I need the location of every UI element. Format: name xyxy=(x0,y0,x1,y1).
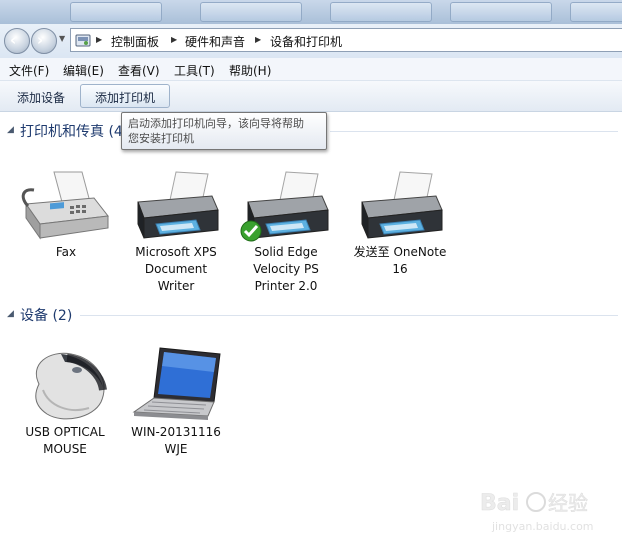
forward-arrow-icon: › xyxy=(37,31,44,49)
breadcrumb-control-panel[interactable]: 控制面板 xyxy=(111,33,159,50)
group-divider xyxy=(330,131,618,132)
device-label: Microsoft XPS Document Writer xyxy=(135,245,217,293)
device-usb-mouse[interactable]: USB OPTICAL MOUSE xyxy=(15,344,115,458)
forward-button[interactable]: › xyxy=(31,28,57,54)
device-label: Solid Edge Velocity PS Printer 2.0 xyxy=(253,245,319,293)
taskbar-tab[interactable] xyxy=(570,2,622,22)
svg-text:经验: 经验 xyxy=(548,491,588,515)
recent-pages-dropdown[interactable]: ▼ xyxy=(59,34,65,43)
breadcrumb-hardware-sound[interactable]: 硬件和声音 xyxy=(185,33,245,50)
group-divider xyxy=(80,315,618,316)
mouse-icon xyxy=(35,352,107,420)
taskbar-tab[interactable] xyxy=(450,2,552,22)
add-printer-tooltip: 启动添加打印机向导，该向导将帮助 您安装打印机 xyxy=(121,112,327,150)
taskbar-tab[interactable] xyxy=(200,2,302,22)
control-panel-icon xyxy=(75,34,91,47)
device-computer[interactable]: WIN-20131116 WJE xyxy=(126,344,226,458)
device-label: Fax xyxy=(55,245,77,259)
taskbar-tab[interactable] xyxy=(70,2,162,22)
device-microsoft-xps[interactable]: Microsoft XPS Document Writer xyxy=(126,168,226,295)
printer-icon xyxy=(137,171,219,239)
menu-edit[interactable]: 编辑(E) xyxy=(63,62,104,79)
device-solid-edge-printer[interactable]: Solid Edge Velocity PS Printer 2.0 xyxy=(236,168,336,295)
breadcrumb-separator-icon[interactable]: ▶ xyxy=(255,35,261,44)
fax-icon xyxy=(21,171,109,240)
back-button[interactable]: ‹ xyxy=(4,28,30,54)
group-header-devices[interactable]: 设备 (2) xyxy=(20,305,72,325)
breadcrumb-devices-printers[interactable]: 设备和打印机 xyxy=(270,33,342,50)
menu-file[interactable]: 文件(F) xyxy=(9,62,49,79)
menu-bar: 文件(F) 编辑(E) 查看(V) 工具(T) 帮助(H) xyxy=(0,58,622,81)
laptop-icon xyxy=(132,347,221,420)
device-fax[interactable]: Fax xyxy=(16,168,116,261)
add-printer-button[interactable]: 添加打印机 xyxy=(80,84,170,108)
svg-text:jingyan.baidu.com: jingyan.baidu.com xyxy=(491,520,594,533)
taskbar-tab[interactable] xyxy=(330,2,432,22)
default-check-icon xyxy=(240,220,262,242)
address-bar[interactable]: ▶ 控制面板 ▶ 硬件和声音 ▶ 设备和打印机 xyxy=(70,28,622,52)
device-label: WIN-20131116 WJE xyxy=(131,425,221,456)
device-label: USB OPTICAL MOUSE xyxy=(25,425,105,456)
add-printer-label: 添加打印机 xyxy=(95,91,156,105)
collapse-arrow-icon[interactable]: ◢ xyxy=(7,309,14,319)
menu-help[interactable]: 帮助(H) xyxy=(229,62,271,79)
device-onenote-printer[interactable]: 发送至 OneNote 16 xyxy=(350,168,450,278)
navigation-bar: ‹ › ▼ ▶ 控制面板 ▶ 硬件和声音 ▶ 设备和打印机 xyxy=(0,24,622,58)
command-bar: 添加设备 添加打印机 xyxy=(0,81,622,112)
back-arrow-icon: ‹ xyxy=(10,31,17,49)
group-header-printers[interactable]: 打印机和传真 (4) xyxy=(20,121,128,141)
taskbar-strip xyxy=(0,0,622,24)
baidu-watermark-logo: Bai 经验 jingyan.baidu.com xyxy=(480,491,594,533)
svg-text:Bai: Bai xyxy=(480,491,519,516)
menu-tools[interactable]: 工具(T) xyxy=(174,62,215,79)
menu-view[interactable]: 查看(V) xyxy=(118,62,160,79)
breadcrumb-separator-icon[interactable]: ▶ xyxy=(96,35,102,44)
device-label: 发送至 OneNote 16 xyxy=(353,245,447,276)
breadcrumb-separator-icon[interactable]: ▶ xyxy=(171,35,177,44)
add-device-button[interactable]: 添加设备 xyxy=(17,89,65,106)
printer-icon xyxy=(361,171,443,239)
collapse-arrow-icon[interactable]: ◢ xyxy=(7,125,14,135)
